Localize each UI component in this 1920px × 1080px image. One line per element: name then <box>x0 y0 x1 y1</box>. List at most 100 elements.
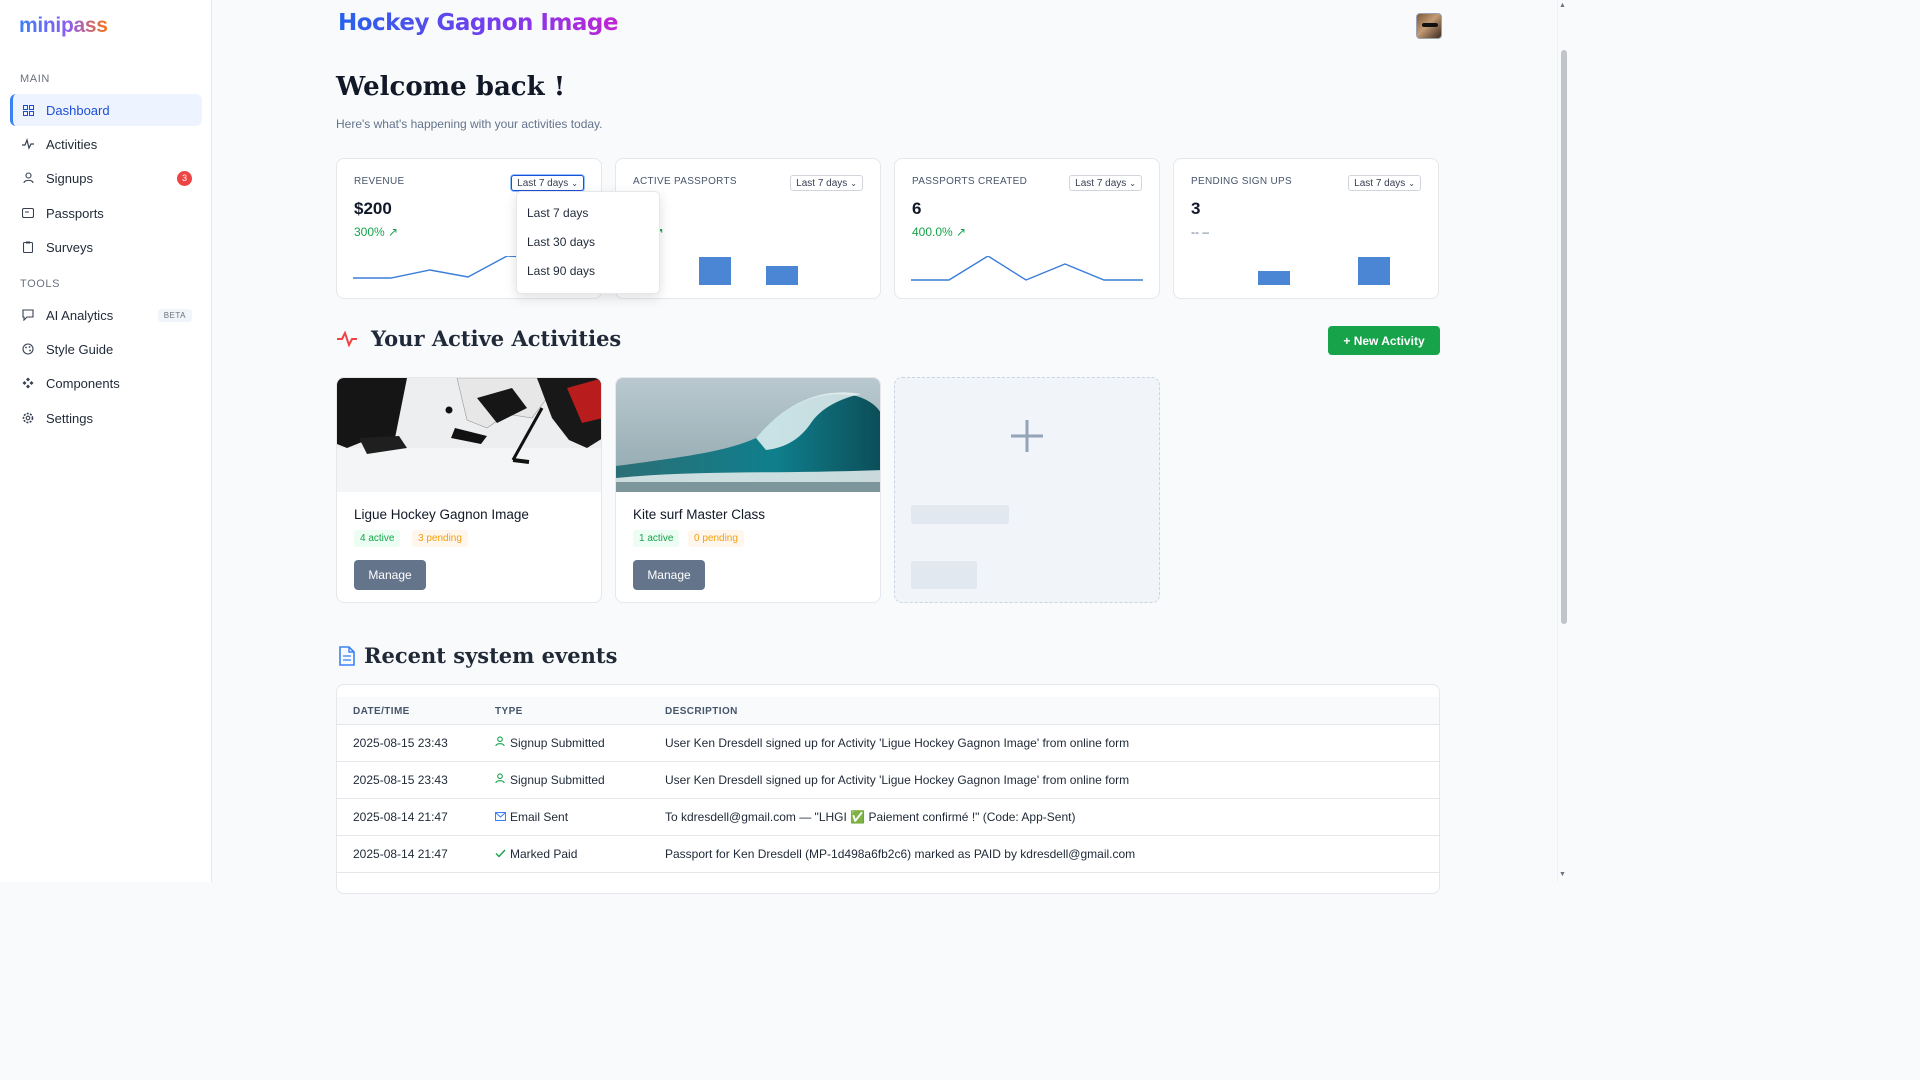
stat-label: PASSPORTS CREATED <box>912 176 1028 187</box>
period-select-value: Last 7 days <box>1075 177 1127 189</box>
pending-count-badge: 0 pending <box>688 530 744 547</box>
event-type: Email Sent <box>494 810 569 824</box>
envelope-icon <box>494 810 507 824</box>
event-type-label: Email Sent <box>510 810 569 824</box>
table-row[interactable]: 2025-08-15 23:43 Signup Submitted User K… <box>337 725 1439 762</box>
user-icon <box>495 736 507 750</box>
stat-trend: 400.0% ↗ <box>912 225 966 239</box>
table-row[interactable]: 2025-08-15 23:43 Signup Submitted User K… <box>337 762 1439 799</box>
period-select[interactable]: Last 7 days ⌄ <box>511 175 584 191</box>
chart-bar <box>766 266 798 285</box>
scroll-up-arrow[interactable]: ▲ <box>1559 2 1566 9</box>
sidebar-item-dashboard[interactable]: Dashboard <box>10 94 202 126</box>
sidebar-item-signups[interactable]: Signups 3 <box>10 162 202 194</box>
palette-icon <box>20 341 36 357</box>
dropdown-option-30-days[interactable]: Last 30 days <box>527 235 595 249</box>
event-type-label: Marked Paid <box>510 847 578 861</box>
event-datetime: 2025-08-15 23:43 <box>353 736 448 750</box>
manage-button[interactable]: Manage <box>633 560 705 590</box>
nav-section-tools: TOOLS <box>20 278 61 290</box>
event-datetime: 2025-08-14 21:47 <box>353 847 448 861</box>
event-description: User Ken Dresdell signed up for Activity… <box>665 773 1130 787</box>
stat-value: 6 <box>912 199 922 218</box>
sidebar-item-label: Activities <box>46 136 98 152</box>
table-row[interactable]: 2025-08-14 21:47 Email Sent To kdresdell… <box>337 799 1439 836</box>
sidebar-item-components[interactable]: Components <box>10 367 202 399</box>
clipboard-icon <box>20 239 36 255</box>
event-description: User Ken Dresdell signed up for Activity… <box>665 736 1130 750</box>
activity-pulse-icon <box>337 331 357 347</box>
sidebar-item-label: Passports <box>46 205 104 221</box>
new-activity-button[interactable]: + New Activity <box>1328 326 1440 355</box>
activity-pulse-icon <box>20 136 36 152</box>
stat-trend-value: 400.0% <box>912 225 953 239</box>
chart-bar <box>1258 271 1290 285</box>
beta-badge: BETA <box>157 308 192 322</box>
stat-trend: 300% ↗ <box>354 225 398 239</box>
placeholder-skeleton <box>911 505 1009 524</box>
sidebar-item-passports[interactable]: Passports <box>10 197 202 229</box>
sidebar-item-label: Settings <box>46 410 93 426</box>
activity-image-wave <box>616 378 880 492</box>
document-icon <box>339 646 355 666</box>
active-count-badge: 4 active <box>354 530 401 547</box>
active-activities-heading: Your Active Activities <box>371 326 622 351</box>
activity-card[interactable]: Ligue Hockey Gagnon Image 4 active 3 pen… <box>336 377 602 603</box>
page-title: Welcome back ! <box>336 72 566 102</box>
sidebar-item-label: Surveys <box>46 239 93 255</box>
check-icon <box>495 847 507 861</box>
pending-count-badge: 3 pending <box>412 530 468 547</box>
page-subtitle: Here's what's happening with your activi… <box>336 117 603 131</box>
sidebar-item-style-guide[interactable]: Style Guide <box>10 333 202 365</box>
event-type-label: Signup Submitted <box>510 773 605 787</box>
event-description: To kdresdell@gmail.com — "LHGI ✅ Paiemen… <box>665 810 1076 824</box>
scrollbar-thumb[interactable] <box>1561 50 1567 624</box>
chevron-down-icon: ⌄ <box>571 178 578 188</box>
placeholder-skeleton <box>911 561 977 589</box>
app-logo[interactable]: minipass <box>19 14 108 38</box>
plus-icon <box>1011 420 1043 452</box>
dashboard-grid-icon <box>20 102 36 118</box>
dropdown-option-7-days[interactable]: Last 7 days <box>527 206 588 220</box>
column-header-description: DESCRIPTION <box>665 706 738 717</box>
sidebar-item-settings[interactable]: Settings <box>10 402 202 434</box>
activity-card[interactable]: Kite surf Master Class 1 active 0 pendin… <box>615 377 881 603</box>
period-select-value: Last 7 days <box>517 177 569 189</box>
events-table: DATE/TIME TYPE DESCRIPTION 2025-08-15 23… <box>336 684 1440 894</box>
event-type: Signup Submitted <box>495 773 605 787</box>
chart-bar <box>699 257 731 285</box>
manage-button[interactable]: Manage <box>354 560 426 590</box>
passport-card-icon <box>20 205 36 221</box>
signups-count-badge: 3 <box>177 170 192 186</box>
column-header-datetime: DATE/TIME <box>353 706 410 717</box>
activity-image-hockey <box>337 378 601 492</box>
passports-created-sparkline <box>911 256 1143 281</box>
event-type-label: Signup Submitted <box>510 736 605 750</box>
active-count-badge: 1 active <box>633 530 680 547</box>
user-icon <box>495 773 507 787</box>
sidebar-item-ai-analytics[interactable]: AI Analytics BETA <box>10 299 202 331</box>
chevron-down-icon: ⌄ <box>1129 178 1136 188</box>
stat-value: $200 <box>354 199 392 218</box>
table-row[interactable]: 2025-08-14 21:47 Marked Paid Passport fo… <box>337 836 1439 873</box>
chat-icon <box>20 307 36 323</box>
sidebar-item-surveys[interactable]: Surveys <box>10 231 202 263</box>
trend-up-icon: ↗ <box>388 225 399 239</box>
trend-up-icon: ↗ <box>956 225 967 239</box>
add-activity-card[interactable] <box>894 377 1160 603</box>
event-type: Marked Paid <box>495 847 577 861</box>
event-datetime: 2025-08-15 23:43 <box>353 773 448 787</box>
user-avatar[interactable] <box>1416 13 1442 39</box>
recent-events-heading: Recent system events <box>364 643 618 668</box>
organization-title: Hockey Gagnon Image <box>338 10 619 36</box>
sidebar-item-activities[interactable]: Activities <box>10 128 202 160</box>
period-dropdown-menu: Last 7 days Last 30 days Last 90 days <box>516 191 660 294</box>
event-type: Signup Submitted <box>495 736 605 750</box>
period-select[interactable]: Last 7 days ⌄ <box>1069 175 1142 191</box>
dropdown-option-90-days[interactable]: Last 90 days <box>527 264 595 278</box>
sidebar-item-label: AI Analytics <box>46 307 114 323</box>
sidebar: minipass MAIN Dashboard Activities Signu… <box>0 0 212 882</box>
sidebar-item-label: Dashboard <box>46 102 110 118</box>
scroll-down-arrow[interactable]: ▼ <box>1559 871 1566 878</box>
nav-section-main: MAIN <box>20 73 50 85</box>
